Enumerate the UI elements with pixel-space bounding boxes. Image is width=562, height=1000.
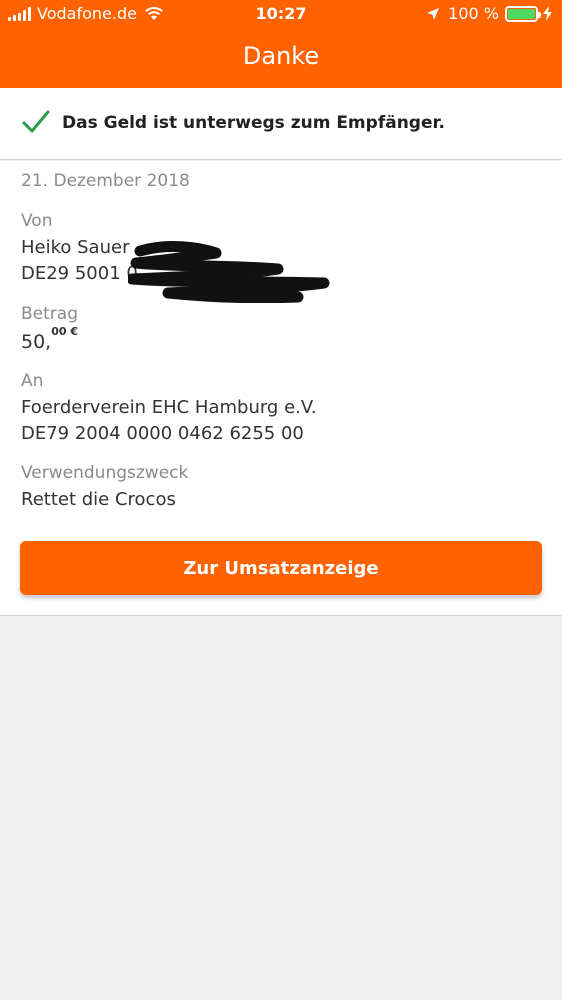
status-bar: Vodafone.de 10:27 100 %	[0, 0, 562, 30]
app-header: Vodafone.de 10:27 100 % Danke	[0, 0, 562, 88]
transfer-date: 21. Dezember 2018	[21, 171, 190, 191]
battery-icon	[505, 5, 541, 22]
wifi-icon	[145, 7, 163, 20]
amount-value: 50,00 €	[21, 325, 78, 353]
battery-percentage: 100 %	[448, 4, 499, 23]
recipient-label: An	[21, 371, 44, 391]
sender-label: Von	[21, 211, 53, 231]
checkmark-icon	[22, 110, 50, 133]
confirmation-banner: Das Geld ist unterwegs zum Empfänger.	[0, 88, 562, 160]
sender-iban: DE29 5001 0	[21, 263, 138, 284]
signal-strength-icon	[8, 6, 31, 21]
sender-name: Heiko Sauer	[21, 237, 130, 258]
purpose-label: Verwendungszweck	[21, 463, 189, 483]
amount-euros: 50,	[21, 331, 52, 353]
amount-label: Betrag	[21, 304, 78, 324]
location-arrow-icon	[427, 7, 440, 20]
purpose-value: Rettet die Crocos	[21, 489, 176, 510]
recipient-iban: DE79 2004 0000 0462 6255 00	[21, 423, 304, 444]
page-title: Danke	[242, 42, 320, 70]
recipient-name: Foerderverein EHC Hamburg e.V.	[21, 397, 317, 418]
confirmation-message: Das Geld ist unterwegs zum Empfänger.	[62, 113, 445, 133]
amount-cents: 00 €	[51, 324, 79, 338]
carrier-name: Vodafone.de	[37, 4, 137, 23]
charging-bolt-icon	[543, 6, 552, 21]
view-transactions-button[interactable]: Zur Umsatzanzeige	[20, 541, 542, 595]
transfer-details: 21. Dezember 2018 Von Heiko Sauer DE29 5…	[0, 161, 562, 616]
redaction-scribble	[128, 241, 330, 303]
